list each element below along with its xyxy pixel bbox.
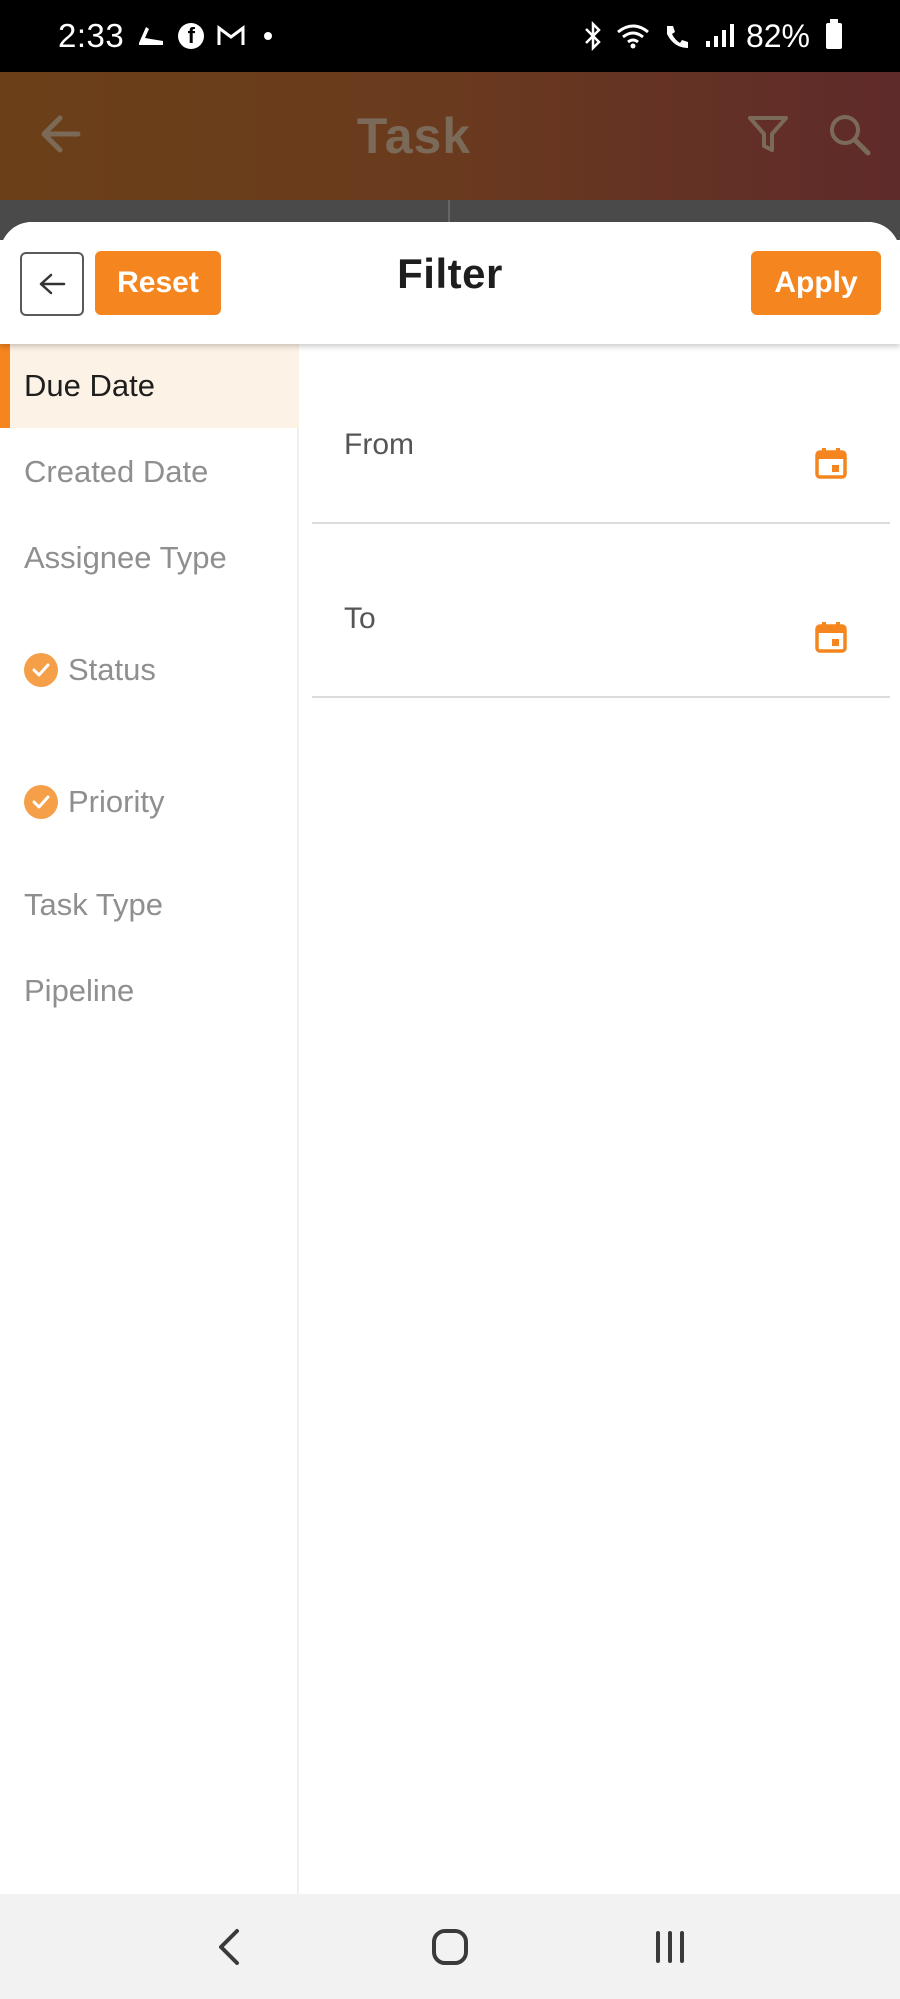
to-date-field[interactable]: To <box>312 578 890 698</box>
menu-item-label: Status <box>68 652 156 687</box>
nav-home-button[interactable] <box>410 1907 490 1987</box>
check-circle-icon <box>24 653 58 687</box>
back-arrow-icon[interactable] <box>38 114 82 159</box>
menu-item-label: Task Type <box>24 887 164 922</box>
menu-item-label: Priority <box>68 784 165 819</box>
apply-button[interactable]: Apply <box>751 251 881 315</box>
menu-item-label: Assignee Type <box>24 540 227 575</box>
nav-back-button[interactable] <box>190 1907 270 1987</box>
menu-item-due-date[interactable]: Due Date <box>0 344 299 428</box>
menu-item-pipeline[interactable]: Pipeline <box>0 949 299 1033</box>
call-icon <box>662 22 692 50</box>
calendar-icon[interactable] <box>814 446 848 480</box>
battery-icon <box>826 19 842 49</box>
menu-item-task-type[interactable]: Task Type <box>0 863 299 947</box>
menu-item-label: Pipeline <box>24 973 135 1008</box>
wifi-icon <box>616 22 650 50</box>
app-title: Task <box>356 108 472 164</box>
menu-item-priority[interactable]: Priority <box>0 760 299 844</box>
from-label: From <box>344 428 414 461</box>
status-time: 2:33 <box>58 17 125 54</box>
menu-item-created-date[interactable]: Created Date <box>0 430 299 514</box>
shoe-icon <box>136 23 166 49</box>
menu-item-status[interactable]: Status <box>0 628 299 712</box>
nav-recents-button[interactable] <box>630 1907 710 1987</box>
menu-item-assignee-type[interactable]: Assignee Type <box>0 516 299 600</box>
signal-icon <box>704 23 734 49</box>
menu-item-label: Created Date <box>24 454 209 489</box>
menu-item-label: Due Date <box>24 368 155 403</box>
status-bar: 2:33 f 82% <box>0 0 900 72</box>
filter-sheet: Reset Filter Apply Due Date Created Date… <box>0 222 900 1894</box>
status-left: 2:33 f <box>58 17 273 55</box>
system-nav-bar <box>0 1894 900 1999</box>
battery-percent: 82% <box>745 17 810 54</box>
filter-category-menu: Due Date Created Date Assignee Type Stat… <box>0 344 299 1894</box>
sheet-header: Reset Filter Apply <box>0 222 900 344</box>
from-date-field[interactable]: From <box>312 404 890 524</box>
home-icon <box>432 1928 468 1965</box>
check-circle-icon <box>24 785 58 819</box>
chevron-left-icon <box>219 1928 239 1965</box>
status-right: 82% <box>582 18 842 55</box>
filter-icon[interactable] <box>746 112 790 161</box>
to-label: To <box>344 602 376 635</box>
bluetooth-icon <box>582 21 604 51</box>
calendar-icon[interactable] <box>814 620 848 654</box>
recents-icon <box>656 1930 684 1963</box>
gmail-icon <box>216 24 246 48</box>
app-bar: Task <box>0 72 900 200</box>
facebook-icon: f <box>178 23 205 49</box>
dot-icon <box>264 32 273 40</box>
search-icon[interactable] <box>826 111 872 162</box>
